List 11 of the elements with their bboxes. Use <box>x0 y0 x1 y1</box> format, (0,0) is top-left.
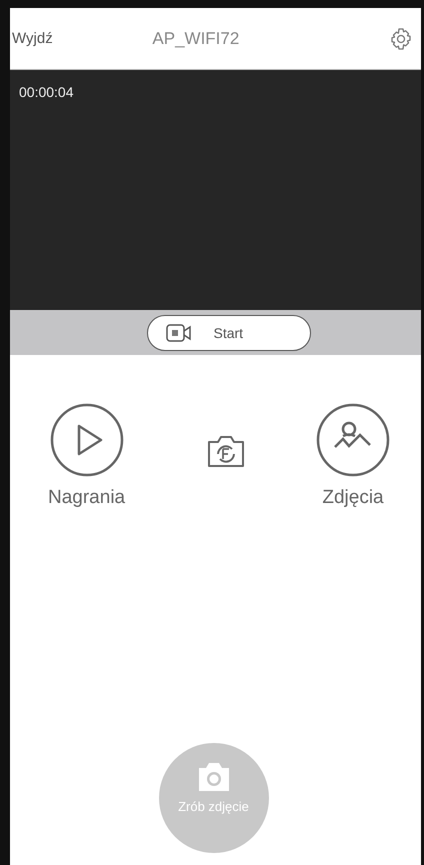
start-button[interactable]: Start <box>146 314 310 350</box>
settings-icon[interactable] <box>389 26 413 50</box>
recording-timer: 00:00:04 <box>19 84 74 100</box>
play-icon <box>50 403 124 477</box>
network-title: AP_WIFI72 <box>152 28 240 48</box>
image-icon <box>316 403 390 477</box>
exit-button[interactable]: Wyjdź <box>12 30 53 47</box>
camera-switch-button[interactable] <box>206 433 246 469</box>
video-camera-icon <box>166 324 192 342</box>
photos-button[interactable]: Zdjęcia <box>316 403 390 509</box>
recordings-button[interactable]: Nagrania <box>48 403 126 509</box>
